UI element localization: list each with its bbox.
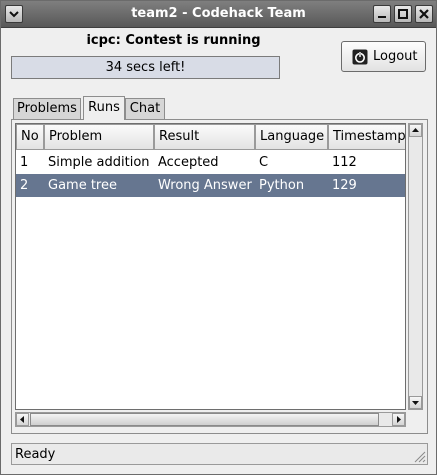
logout-label: Logout <box>373 49 418 64</box>
minimize-button[interactable] <box>373 5 391 23</box>
tab-problems[interactable]: Problems <box>13 98 81 120</box>
cell-result: Wrong Answer <box>158 178 252 193</box>
close-icon <box>419 9 429 19</box>
status-text: Ready <box>15 447 56 462</box>
arrow-up-icon <box>412 128 419 132</box>
table-row[interactable]: 1 Simple addition Accepted C 112 <box>16 151 405 174</box>
resize-grip-icon[interactable] <box>412 449 426 463</box>
arrow-down-icon <box>412 401 419 405</box>
column-header-result[interactable]: Result <box>154 124 255 150</box>
title-bar[interactable]: team2 - Codehack Team <box>1 1 436 28</box>
horizontal-scroll-thumb[interactable] <box>30 413 379 426</box>
column-header-language[interactable]: Language <box>255 124 328 150</box>
maximize-icon <box>398 9 408 19</box>
table-row-selected[interactable]: 2 Game tree Wrong Answer Python 129 <box>16 174 405 197</box>
app-window: team2 - Codehack Team icpc: Contest is r… <box>0 0 437 475</box>
scroll-up-button[interactable] <box>409 124 422 137</box>
arrow-left-icon <box>20 416 24 423</box>
cell-no: 1 <box>20 155 29 170</box>
column-header-no[interactable]: No <box>16 124 44 150</box>
cell-problem: Game tree <box>48 178 117 193</box>
scroll-left-button[interactable] <box>16 413 29 426</box>
maximize-button[interactable] <box>394 5 412 23</box>
scroll-down-button[interactable] <box>409 396 422 409</box>
column-header-problem[interactable]: Problem <box>44 124 154 150</box>
cell-timestamp: 112 <box>332 155 357 170</box>
power-icon <box>352 49 368 65</box>
runs-panel: No Problem Result Language Timestamp 1 S… <box>11 119 428 434</box>
cell-result: Accepted <box>158 155 219 170</box>
cell-problem: Simple addition <box>48 155 150 170</box>
status-bar: Ready <box>11 443 428 465</box>
vertical-scrollbar[interactable] <box>408 123 423 410</box>
horizontal-scrollbar[interactable] <box>15 412 406 427</box>
column-header-timestamp[interactable]: Timestamp <box>328 124 405 150</box>
time-left-bar: 34 secs left! <box>11 56 280 79</box>
scroll-right-button[interactable] <box>392 413 405 426</box>
close-button[interactable] <box>415 5 433 23</box>
tab-runs[interactable]: Runs <box>83 96 125 120</box>
contest-status: icpc: Contest is running <box>86 33 261 48</box>
arrow-right-icon <box>397 416 401 423</box>
cell-language: Python <box>259 178 305 193</box>
runs-table[interactable]: No Problem Result Language Timestamp 1 S… <box>15 123 406 410</box>
logout-button[interactable]: Logout <box>341 41 426 72</box>
window-title: team2 - Codehack Team <box>131 6 306 21</box>
cell-timestamp: 129 <box>332 178 357 193</box>
minimize-icon <box>378 16 386 18</box>
table-header: No Problem Result Language Timestamp <box>16 124 405 150</box>
cell-language: C <box>259 155 269 170</box>
tab-chat[interactable]: Chat <box>125 98 165 120</box>
cell-no: 2 <box>20 178 29 193</box>
